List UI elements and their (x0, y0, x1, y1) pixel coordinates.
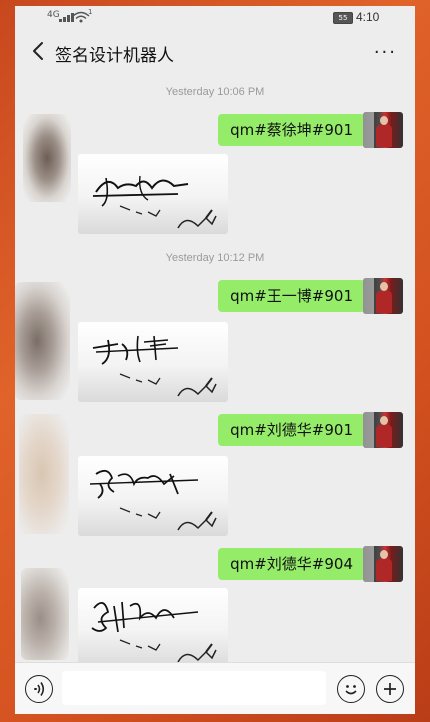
user-avatar[interactable] (363, 278, 403, 314)
signature-image[interactable] (78, 154, 228, 234)
input-bar (15, 662, 415, 714)
phone-screen: 4G 1 55 4:10 签名设计机器人 ··· Yesterday 10:06… (15, 6, 415, 714)
bot-avatar[interactable] (23, 114, 71, 202)
emoji-icon[interactable] (337, 675, 365, 703)
timestamp: Yesterday 10:12 PM (165, 252, 265, 264)
user-message-bubble[interactable]: qm#蔡徐坤#901 (218, 114, 371, 146)
signature-image[interactable] (78, 588, 228, 664)
message-list[interactable]: Yesterday 10:06 PM qm#蔡徐坤#901 Yesterday … (15, 74, 415, 664)
user-avatar[interactable] (363, 412, 403, 448)
message-input[interactable] (62, 671, 326, 705)
user-message-bubble[interactable]: qm#刘德华#904 (218, 548, 371, 580)
user-avatar[interactable] (363, 546, 403, 582)
user-avatar[interactable] (363, 112, 403, 148)
bot-avatar[interactable] (19, 414, 69, 534)
chat-title: 签名设计机器人 (55, 46, 174, 66)
more-dots-icon[interactable]: ··· (374, 42, 397, 63)
bot-avatar[interactable] (21, 568, 69, 660)
chevron-left-icon[interactable] (27, 39, 51, 63)
wifi-mark: 1 (88, 8, 93, 16)
timestamp: Yesterday 10:06 PM (165, 86, 265, 98)
plus-icon[interactable] (376, 675, 404, 703)
user-message-bubble[interactable]: qm#王一博#901 (218, 280, 371, 312)
signature-image[interactable] (78, 322, 228, 402)
signal-label: 4G (47, 10, 60, 20)
voice-icon[interactable] (25, 675, 53, 703)
battery-icon: 55 (333, 12, 353, 24)
signature-image[interactable] (78, 456, 228, 536)
chat-header: 签名设计机器人 ··· (15, 30, 415, 74)
clock-time: 4:10 (356, 10, 380, 24)
user-message-bubble[interactable]: qm#刘德华#901 (218, 414, 371, 446)
bot-avatar[interactable] (15, 282, 70, 400)
status-bar: 4G 1 55 4:10 (15, 6, 415, 30)
